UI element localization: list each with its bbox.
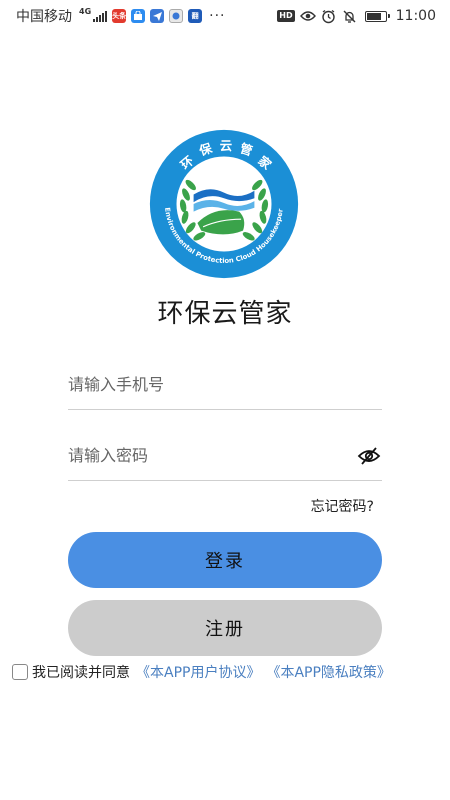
password-input[interactable]	[68, 446, 356, 465]
toggle-password-visibility-icon[interactable]	[356, 443, 382, 469]
password-field	[68, 431, 382, 481]
bag-app-icon	[131, 9, 146, 23]
forgot-password-link[interactable]: 忘记密码?	[311, 496, 374, 516]
user-agreement-link[interactable]: 《本APP用户协议》	[136, 662, 260, 682]
hd-badge: HD	[277, 10, 295, 22]
app-icon	[169, 9, 184, 23]
agreement-text: 我已阅读并同意	[32, 665, 130, 681]
phone-field	[68, 360, 382, 410]
status-time: 11:00	[395, 8, 436, 24]
phone-input[interactable]	[68, 375, 382, 394]
news-app-icon: 头条	[112, 9, 127, 23]
alarm-icon	[321, 8, 337, 24]
register-button[interactable]: 注册	[68, 600, 382, 656]
status-bar: 中国移动 4G 头条 翻 ··· HD 11:00	[0, 0, 450, 32]
telegram-app-icon	[150, 9, 165, 23]
agreement-checkbox[interactable]	[12, 664, 28, 680]
app-title: 环保云管家	[157, 299, 293, 329]
login-screen: 中国移动 4G 头条 翻 ··· HD 11:00 环 保 云 管 家 Envi…	[0, 0, 450, 800]
translate-app-icon: 翻	[188, 9, 203, 23]
app-logo: 环 保 云 管 家 Environmental Protection Cloud…	[149, 129, 299, 279]
mute-bell-icon	[342, 8, 358, 24]
agreement-row: 我已阅读并同意 《本APP用户协议》 《本APP隐私政策》	[12, 661, 397, 683]
status-bar-left: 中国移动 4G 头条 翻 ···	[16, 6, 226, 26]
eye-care-icon	[299, 8, 316, 24]
more-notifications: ···	[209, 8, 226, 24]
status-bar-right: HD 11:00	[277, 8, 436, 24]
svg-text:云: 云	[220, 139, 232, 153]
signal-icon	[93, 10, 108, 22]
network-type: 4G	[79, 6, 92, 16]
login-button[interactable]: 登录	[68, 532, 382, 588]
privacy-policy-link[interactable]: 《本APP隐私政策》	[266, 662, 390, 682]
carrier-name: 中国移动	[16, 9, 72, 25]
battery-icon	[364, 10, 390, 22]
